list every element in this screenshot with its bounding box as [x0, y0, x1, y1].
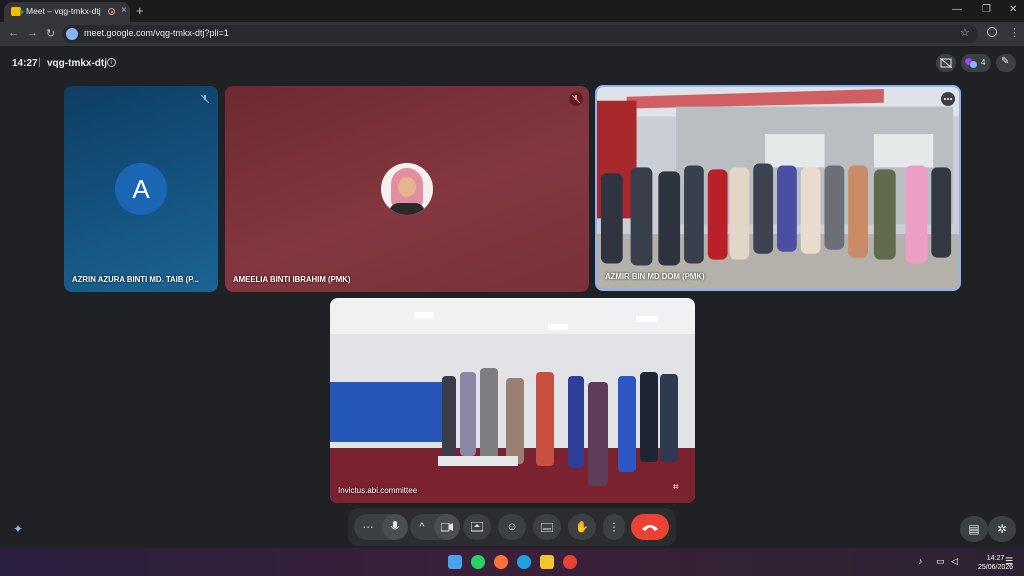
people-count: 4 [981, 58, 986, 67]
participant-name: AZMIR BIN MD DOM (PMK) [605, 272, 705, 281]
omnibox[interactable]: meet.google.com/vqg-tmkx-dtj?pli=1 [62, 25, 978, 43]
leave-call-button[interactable] [631, 514, 669, 540]
forward-icon[interactable]: → [27, 27, 38, 39]
camera-group[interactable]: ^ [410, 514, 460, 540]
tab-close-button[interactable]: × [121, 5, 127, 16]
file-explorer-icon[interactable] [540, 555, 554, 569]
microphone-icon [390, 521, 400, 530]
camera-options-icon[interactable]: ^ [419, 521, 424, 533]
participant-tile-4[interactable]: ⌗ Invictus.abi.committee [330, 298, 695, 503]
muted-mic-icon [198, 92, 212, 106]
captions-off-icon [940, 58, 952, 68]
mic-group[interactable]: ⋯ [354, 514, 408, 540]
url-text[interactable]: meet.google.com/vqg-tmkx-dtj?pli=1 [84, 28, 229, 38]
volume-tray-icon[interactable]: ◁ [951, 556, 958, 567]
host-controls-button[interactable]: ✎ [996, 54, 1016, 72]
whatsapp-icon[interactable] [471, 555, 485, 569]
video-feed-group-photo [597, 87, 959, 289]
crop-icon[interactable]: ⌗ [673, 482, 683, 493]
pencil-icon: ✎ [1001, 56, 1010, 67]
gemini-sparkle-icon: ✦ [12, 522, 24, 536]
emoji-icon: ☺ [506, 521, 518, 533]
chat-button[interactable]: ▤ [960, 516, 988, 542]
notification-icon[interactable]: ☰ [1005, 556, 1013, 567]
hang-up-icon [642, 525, 658, 531]
mic-tray-icon[interactable]: ♪ [918, 556, 923, 566]
participant-tile-1[interactable]: A AZRIN AZURA BINTI MD. TAIB (P... [64, 86, 218, 292]
restore-icon[interactable]: ❐ [982, 4, 991, 15]
reactions-button[interactable]: ☺ [498, 514, 526, 540]
reload-icon[interactable]: ↻ [46, 27, 55, 40]
avatar-initial: A [115, 163, 167, 215]
browser-tab-meet[interactable]: Meet – vqg-tmkx-dtj × [4, 2, 130, 22]
participant-name: AZRIN AZURA BINTI MD. TAIB (P... [72, 275, 199, 284]
firefox-icon[interactable] [494, 555, 508, 569]
tile-options-button[interactable] [941, 92, 955, 106]
present-screen-icon [471, 522, 483, 532]
participant-name: Invictus.abi.committee [338, 486, 418, 495]
camera-icon [441, 523, 453, 532]
more-vert-icon: ⋮ [608, 521, 620, 534]
microphone-button[interactable] [382, 514, 408, 540]
network-tray-icon[interactable]: ▭ [936, 556, 945, 567]
captions-button[interactable] [533, 514, 561, 540]
participant-tile-2[interactable]: AMEELIA BINTI IBRAHIM (PMK) [225, 86, 589, 292]
gemini-button[interactable]: ✦ [4, 516, 32, 542]
chat-icon: ▤ [968, 522, 980, 536]
muted-mic-icon [569, 92, 583, 106]
tab-title: Meet – vqg-tmkx-dtj [26, 6, 101, 16]
participant-name: AMEELIA BINTI IBRAHIM (PMK) [233, 275, 351, 284]
meeting-info-icon[interactable]: i [107, 58, 116, 67]
minimize-icon[interactable]: — [952, 4, 962, 15]
bookmark-star-icon[interactable]: ☆ [960, 26, 970, 39]
browser-tab-strip: Meet – vqg-tmkx-dtj × + — ❐ ✕ [0, 0, 1024, 22]
browser-menu-icon[interactable]: ⋮ [1009, 26, 1020, 39]
windows-start-icon[interactable] [448, 555, 462, 569]
present-button[interactable] [463, 514, 491, 540]
chrome-icon[interactable] [563, 555, 577, 569]
recording-indicator-icon [108, 8, 115, 15]
camera-button[interactable] [434, 514, 460, 540]
activities-button[interactable]: ✲ [988, 516, 1016, 542]
meeting-code: vqg-tmkx-dtj [47, 58, 107, 69]
separator: | [38, 57, 41, 68]
people-button[interactable]: 4 [961, 54, 991, 72]
back-icon[interactable]: ← [8, 27, 19, 39]
edge-icon[interactable] [517, 555, 531, 569]
more-options-button[interactable]: ⋮ [603, 514, 625, 540]
hand-icon: ✋ [575, 521, 589, 534]
raise-hand-button[interactable]: ✋ [568, 514, 596, 540]
call-controls: ⋯ ^ ☺ ✋ ⋮ [348, 508, 676, 546]
meeting-time: 14:27 [12, 58, 38, 69]
captions-icon [541, 523, 553, 532]
people-avatar-icon-2 [970, 61, 977, 68]
meet-favicon-icon [11, 7, 24, 16]
participant-avatar [381, 163, 433, 215]
video-feed-hall-photo [330, 298, 695, 503]
meet-main: 14:27 | vqg-tmkx-dtj i 4 ✎ A AZRIN AZURA… [0, 46, 1024, 548]
mic-options-icon[interactable]: ⋯ [363, 521, 374, 534]
participant-tile-3[interactable]: AZMIR BIN MD DOM (PMK) [595, 85, 961, 291]
close-window-icon[interactable]: ✕ [1009, 4, 1017, 15]
address-bar-row: ← → ↻ meet.google.com/vqg-tmkx-dtj?pli=1… [0, 22, 1024, 46]
new-tab-button[interactable]: + [136, 3, 144, 18]
activities-icon: ✲ [996, 522, 1008, 536]
captions-off-button[interactable] [936, 54, 956, 72]
site-info-icon[interactable] [66, 28, 78, 40]
os-taskbar: ♪ ▭ ◁ 14:27 25/06/2026 ☰ [0, 548, 1024, 576]
profile-icon[interactable] [987, 27, 997, 37]
